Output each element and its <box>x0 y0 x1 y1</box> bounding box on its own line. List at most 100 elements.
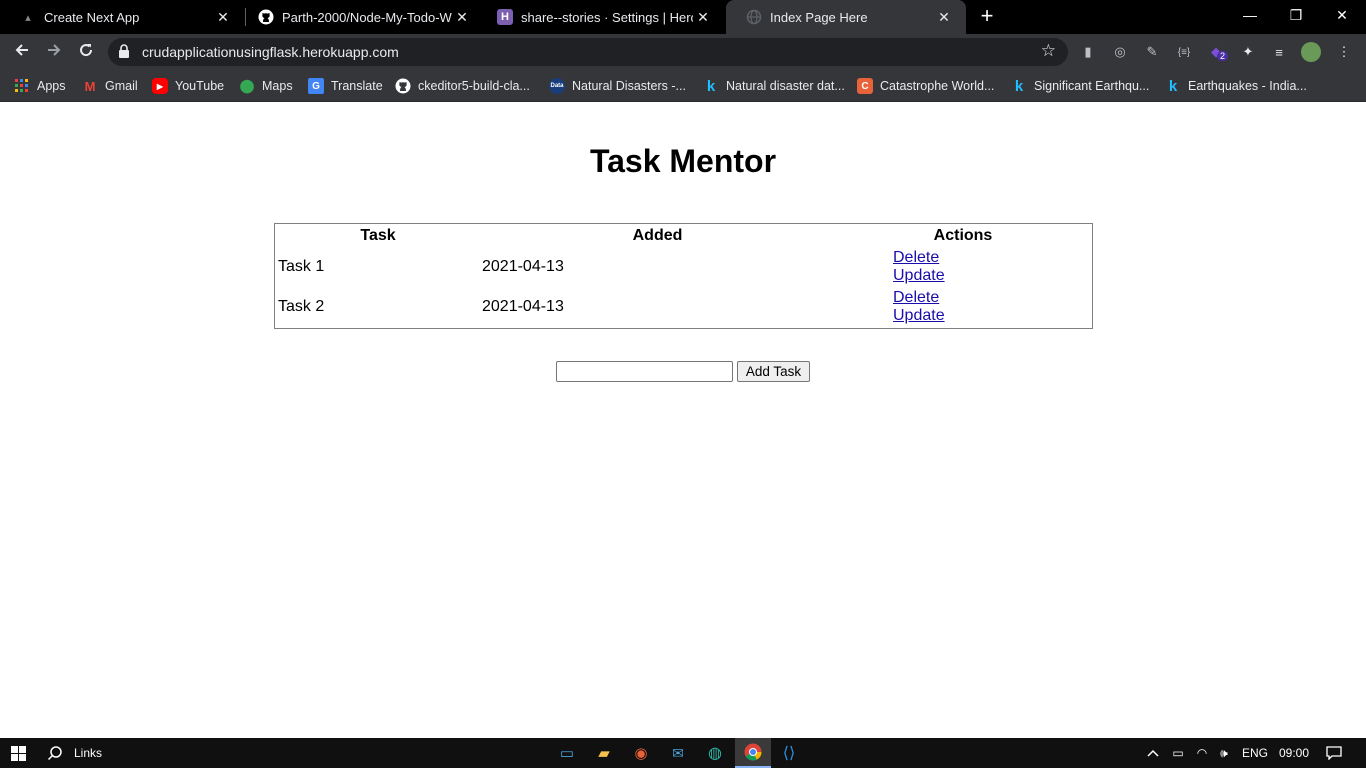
pen-icon[interactable]: ✎ <box>1142 42 1162 62</box>
bookmark-catastrophe-world[interactable]: C Catastrophe World... <box>857 77 994 95</box>
puzzle-badge-icon[interactable]: ◆ 2 <box>1206 42 1229 62</box>
menu-kebab-icon[interactable]: ⋮ <box>1334 42 1354 62</box>
delete-link[interactable]: Delete <box>893 249 1089 267</box>
battery-icon[interactable]: ▭ <box>1168 738 1188 768</box>
start-button[interactable] <box>0 738 36 768</box>
browser-tab-strip: ▴ Create Next App ✕ Parth-2000/Node-My-T… <box>0 0 1366 34</box>
tab-title: Index Page Here <box>770 9 868 25</box>
add-task-button[interactable]: Add Task <box>736 361 811 382</box>
extension-badge: 2 <box>1217 51 1229 61</box>
github-icon <box>395 78 411 94</box>
file-explorer-icon[interactable]: ▰ <box>589 738 619 768</box>
youtube-icon: ▶ <box>152 78 168 94</box>
bookmark-label: Catastrophe World... <box>880 79 995 93</box>
heroku-icon: H <box>497 9 513 25</box>
bookmark-natural-disaster-data[interactable]: k Natural disaster dat... <box>703 77 845 95</box>
bookmark-label: ckeditor5-build-cla... <box>418 79 530 93</box>
new-tab-button[interactable]: + <box>976 4 998 28</box>
lock-icon <box>119 44 129 58</box>
windows-taskbar: Links ▭ ▰ ◉ ✉ ◍ ⟨⟩ ▭ ◠ 🕪 ENG 09:00 <box>0 738 1366 768</box>
clock[interactable]: 09:00 <box>1276 738 1312 768</box>
browser-toolbar: crudapplicationusingflask.herokuapp.com … <box>0 34 1366 70</box>
bookmark-apps[interactable]: Apps <box>14 77 66 95</box>
profile-avatar[interactable] <box>1301 42 1321 62</box>
bookmark-label: Earthquakes - India... <box>1188 79 1307 93</box>
chrome-taskbar-button[interactable] <box>735 738 771 768</box>
tab-index-page[interactable]: Index Page Here ✕ <box>726 0 966 34</box>
task-input[interactable] <box>555 361 733 382</box>
bookmark-label: Maps <box>262 79 293 93</box>
delete-link[interactable]: Delete <box>893 289 1089 307</box>
bookmark-natural-disasters[interactable]: Data Natural Disasters -... <box>549 77 686 95</box>
bookmark-label: Translate <box>331 79 383 93</box>
catastrophe-icon: C <box>857 78 873 94</box>
tab-title: Create Next App <box>44 9 140 25</box>
bookmark-significant-earthquakes[interactable]: k Significant Earthqu... <box>1011 77 1150 95</box>
json-icon[interactable]: {≡} <box>1174 42 1194 62</box>
volume-icon[interactable]: 🕪 <box>1214 738 1234 768</box>
wifi-icon[interactable]: ◠ <box>1192 738 1212 768</box>
extensions-puzzle-icon[interactable]: ✦ <box>1238 42 1258 62</box>
kaggle-icon: k <box>1168 77 1178 95</box>
media-queue-icon[interactable]: ≡ <box>1269 42 1289 62</box>
chevron-up-icon[interactable] <box>1144 738 1162 768</box>
bookmark-star-icon[interactable]: ☆ <box>1041 41 1056 61</box>
mail-icon[interactable]: ✉ <box>663 738 693 768</box>
tab-heroku-settings[interactable]: H share--stories · Settings | Heroku ✕ <box>477 0 725 34</box>
language-indicator[interactable]: ENG <box>1240 738 1270 768</box>
edge-icon[interactable]: ◍ <box>700 738 730 768</box>
bookmark-youtube[interactable]: ▶ YouTube <box>152 77 224 95</box>
tab-close-icon[interactable]: ✕ <box>934 9 954 26</box>
table-header-row: Task Added Actions <box>277 226 1090 246</box>
gmail-icon: M <box>84 78 96 94</box>
data-icon: Data <box>549 78 565 94</box>
tab-title: share--stories · Settings | Heroku <box>521 9 693 25</box>
bookmark-ckeditor[interactable]: ckeditor5-build-cla... <box>395 77 530 95</box>
kaggle-icon: k <box>1014 77 1024 95</box>
reload-button[interactable] <box>74 40 98 64</box>
task-name: Task 1 <box>278 258 325 275</box>
bookmark-gmail[interactable]: M Gmail <box>82 77 138 95</box>
tab-close-icon[interactable]: ✕ <box>213 9 233 26</box>
task-added-date: 2021-04-13 <box>482 298 564 315</box>
column-header-task: Task <box>360 227 396 244</box>
bookmark-label: Apps <box>37 79 66 93</box>
reload-icon <box>80 44 93 57</box>
update-link[interactable]: Update <box>893 307 1089 325</box>
tab-close-icon[interactable]: ✕ <box>693 9 713 26</box>
search-icon[interactable] <box>40 738 70 768</box>
bookmark-maps[interactable]: ⬤ Maps <box>239 77 293 95</box>
tab-create-next-app[interactable]: ▴ Create Next App ✕ <box>0 0 245 34</box>
kaggle-icon: k <box>706 77 716 95</box>
close-window-button[interactable]: ✕ <box>1319 0 1365 30</box>
bookmark-earthquakes-india[interactable]: k Earthquakes - India... <box>1165 77 1307 95</box>
column-header-added: Added <box>632 227 683 244</box>
bookmark-label: Gmail <box>105 79 138 93</box>
vscode-icon[interactable]: ⟨⟩ <box>774 738 804 768</box>
address-bar[interactable]: crudapplicationusingflask.herokuapp.com … <box>108 38 1068 66</box>
notification-icon[interactable] <box>1320 738 1348 768</box>
task-added-date: 2021-04-13 <box>482 258 564 275</box>
bookmarks-bar: Apps M Gmail ▶ YouTube ⬤ Maps G Translat… <box>0 70 1366 102</box>
maps-icon: ⬤ <box>239 78 255 93</box>
tab-close-icon[interactable]: ✕ <box>452 9 472 26</box>
minimize-button[interactable]: — <box>1227 0 1273 30</box>
tab-github-todo[interactable]: Parth-2000/Node-My-Todo-Web ✕ <box>238 0 484 34</box>
arrow-right-icon <box>48 44 61 56</box>
bookmark-label: Natural Disasters -... <box>572 79 686 93</box>
taskbar-search-label[interactable]: Links <box>74 738 114 768</box>
nextjs-icon: ▴ <box>25 11 31 24</box>
add-task-form: Add Task <box>0 361 1366 382</box>
bookmark-translate[interactable]: G Translate <box>308 77 383 95</box>
app-circle-icon[interactable]: ◉ <box>626 738 656 768</box>
desktop-monitor-icon[interactable]: ▭ <box>552 738 582 768</box>
update-link[interactable]: Update <box>893 267 1089 285</box>
extension-icon[interactable]: ▮ <box>1078 42 1098 62</box>
translate-icon: G <box>308 78 324 94</box>
restore-button[interactable]: ❐ <box>1273 0 1319 30</box>
task-table: Task Added Actions Task 1 2021-04-13 Del… <box>274 223 1093 329</box>
forward-button[interactable] <box>42 40 66 64</box>
record-icon[interactable]: ◎ <box>1110 42 1130 62</box>
globe-icon <box>746 9 762 25</box>
back-button[interactable] <box>10 40 34 64</box>
